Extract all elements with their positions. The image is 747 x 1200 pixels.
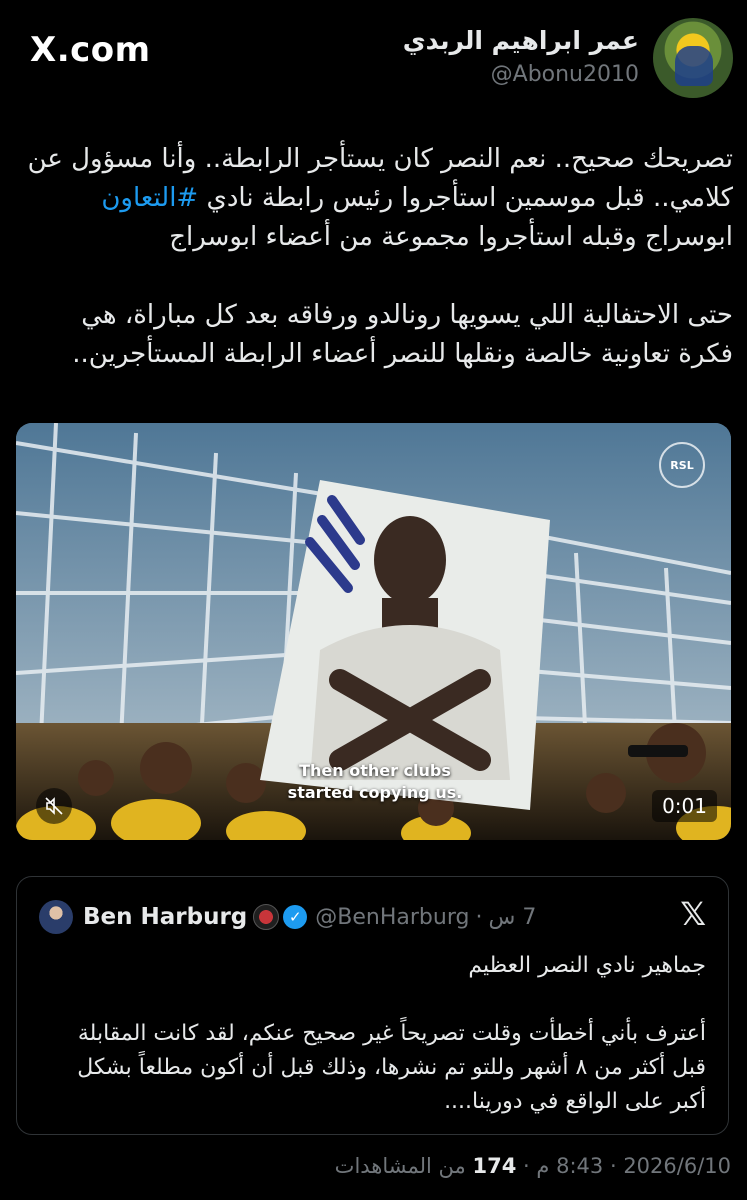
- post-metadata: 2026/6/10 · 8:43 م · 174 من المشاهدات: [335, 1154, 731, 1178]
- x-logo-icon: 𝕏: [680, 895, 706, 933]
- verified-badge-icon: ✓: [283, 905, 308, 929]
- caption-line-2: started copying us.: [287, 783, 463, 802]
- post-paragraph-1: تصريحك صحيح.. نعم النصر كان يستأجر الراب…: [22, 140, 733, 257]
- quoted-post-header: Ben Harburg ✓ @BenHarburg · 7 س: [39, 897, 536, 937]
- author-avatar[interactable]: [653, 18, 733, 98]
- post-time[interactable]: 8:43 م: [536, 1154, 603, 1178]
- video-caption: Then other clubs started copying us.: [270, 760, 480, 804]
- x-brand-logo[interactable]: X.com: [30, 30, 151, 70]
- quoted-post-text: جماهير نادي النصر العظيم أعترف بأني أخطأ…: [39, 949, 706, 1119]
- views-count: 174: [472, 1154, 517, 1178]
- video-timestamp: 0:01: [652, 790, 717, 822]
- quoted-paragraph-1: جماهير نادي النصر العظيم: [468, 953, 706, 978]
- post-date[interactable]: 2026/6/10: [623, 1154, 731, 1178]
- caption-line-1: Then other clubs: [299, 761, 451, 780]
- quoted-author-avatar[interactable]: [39, 900, 73, 934]
- post-text: تصريحك صحيح.. نعم النصر كان يستأجر الراب…: [22, 140, 733, 374]
- quoted-paragraph-2: أعترف بأني أخطأت وقلت تصريحاً غير صحيح ع…: [77, 1021, 706, 1114]
- footer-dot-2: ·: [523, 1154, 530, 1178]
- speaker-muted-glyph: [45, 797, 63, 815]
- views-label: من المشاهدات: [334, 1154, 466, 1178]
- post-text-part-2: ابوسراج وقبله استأجروا مجموعة من أعضاء ا…: [169, 222, 733, 252]
- affiliation-badge-icon[interactable]: [253, 904, 280, 930]
- post-paragraph-2: حتى الاحتفالية اللي يسويها رونالدو ورفاق…: [72, 300, 733, 369]
- footer-dot-1: ·: [609, 1154, 617, 1178]
- rsl-watermark: RSL: [659, 442, 705, 488]
- quoted-author-name[interactable]: Ben Harburg: [83, 904, 247, 930]
- quoted-author-handle: @BenHarburg: [315, 904, 470, 930]
- header-separator: ·: [475, 904, 483, 930]
- author-handle[interactable]: @Abonu2010: [491, 62, 639, 87]
- hashtag-link[interactable]: #التعاون: [101, 183, 198, 213]
- quoted-post-time: 7 س: [488, 904, 537, 930]
- author-name[interactable]: عمر ابراهيم الربدي: [403, 26, 639, 55]
- quoted-post[interactable]: 𝕏 Ben Harburg ✓ @BenHarburg · 7 س جماهير…: [16, 876, 729, 1135]
- speaker-muted-icon[interactable]: [36, 788, 72, 824]
